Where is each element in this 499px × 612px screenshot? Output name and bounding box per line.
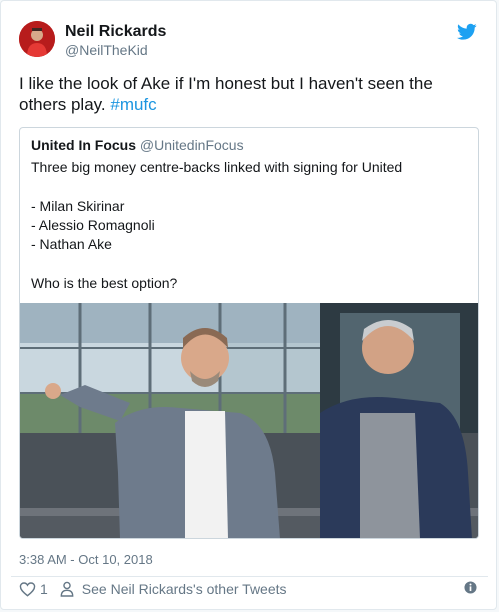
quoted-author-name[interactable]: United In Focus <box>31 137 136 153</box>
heart-icon[interactable] <box>19 581 36 597</box>
quoted-line: Who is the best option? <box>31 275 178 291</box>
footer-divider <box>11 576 488 577</box>
other-tweets-link[interactable]: See Neil Rickards's other Tweets <box>82 581 287 597</box>
like-count[interactable]: 1 <box>40 581 48 597</box>
quoted-author-handle[interactable]: @UnitedinFocus <box>140 137 244 153</box>
quoted-line: Three big money centre-backs linked with… <box>31 159 403 175</box>
quoted-line: - Alessio Romagnoli <box>31 217 155 233</box>
quoted-tweet[interactable]: United In Focus @UnitedinFocus Three big… <box>19 127 479 539</box>
tweet-footer: 1 See Neil Rickards's other Tweets <box>19 579 287 599</box>
info-icon[interactable] <box>464 581 477 594</box>
quoted-line: - Nathan Ake <box>31 236 112 252</box>
tweet-timestamp[interactable]: 3:38 AM - Oct 10, 2018 <box>19 552 153 567</box>
person-icon <box>60 581 74 597</box>
quoted-tweet-header: United In Focus @UnitedinFocus <box>31 137 244 153</box>
quoted-line: - Milan Skirinar <box>31 198 125 214</box>
quoted-tweet-photo[interactable] <box>20 303 478 538</box>
embedded-tweet-card: Neil Rickards @NeilTheKid I like the loo… <box>0 0 497 610</box>
author-name[interactable]: Neil Rickards <box>65 23 166 41</box>
tweet-body: I like the look of Ake if I'm honest but… <box>19 74 433 114</box>
tweet-text: I like the look of Ake if I'm honest but… <box>19 73 479 115</box>
author-avatar[interactable] <box>19 21 55 57</box>
twitter-bird-icon[interactable] <box>457 23 477 41</box>
author-handle[interactable]: @NeilTheKid <box>65 42 148 58</box>
hashtag-link[interactable]: #mufc <box>110 95 156 114</box>
